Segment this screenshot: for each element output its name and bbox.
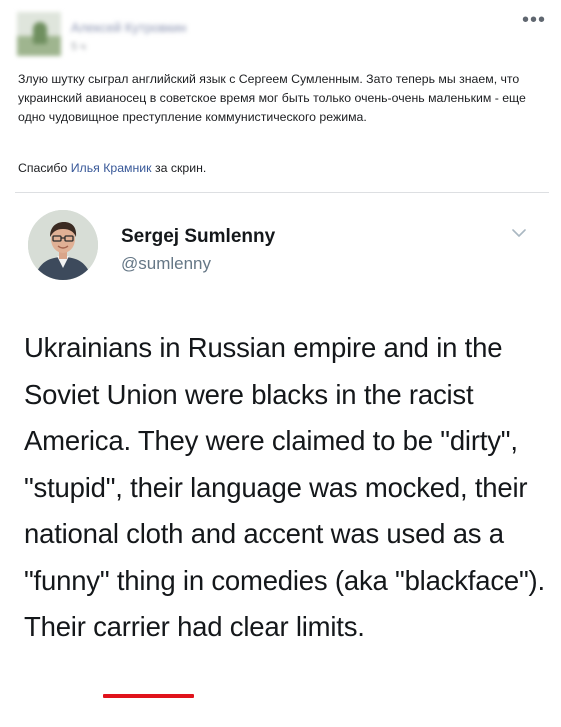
facebook-author-avatar[interactable] xyxy=(17,12,61,56)
post-divider xyxy=(15,192,549,193)
thanks-prefix: Спасибо xyxy=(18,161,71,175)
facebook-post-text: Злую шутку сыграл английский язык с Серг… xyxy=(18,72,526,124)
chevron-down-icon[interactable] xyxy=(512,228,526,238)
facebook-post-header: Алексей Кутровкин 5 ч ••• xyxy=(0,0,561,64)
tweet-author-avatar[interactable] xyxy=(28,210,98,280)
facebook-post-timestamp[interactable]: 5 ч xyxy=(71,41,86,53)
profile-photo-icon xyxy=(28,210,98,280)
tweet-body-part2: had clear limits. xyxy=(169,611,365,642)
tweet-display-name[interactable]: Sergej Sumlenny xyxy=(121,226,275,248)
tweet-highlighted-word: carrier xyxy=(93,611,170,642)
mentioned-user-link[interactable]: Илья Крамник xyxy=(71,161,152,175)
facebook-post-thanks-line: Спасибо Илья Крамник за скрин. xyxy=(18,161,206,175)
more-options-icon[interactable]: ••• xyxy=(522,10,546,30)
facebook-author-name[interactable]: Алексей Кутровкин xyxy=(71,20,186,35)
thanks-suffix: за скрин. xyxy=(151,161,207,175)
tweet-handle[interactable]: @sumlenny xyxy=(121,254,211,274)
red-underline-annotation xyxy=(103,694,194,698)
tweet-body: Ukrainians in Russian empire and in the … xyxy=(24,325,554,651)
tweet-body-part1: Ukrainians in Russian empire and in the … xyxy=(24,332,545,642)
